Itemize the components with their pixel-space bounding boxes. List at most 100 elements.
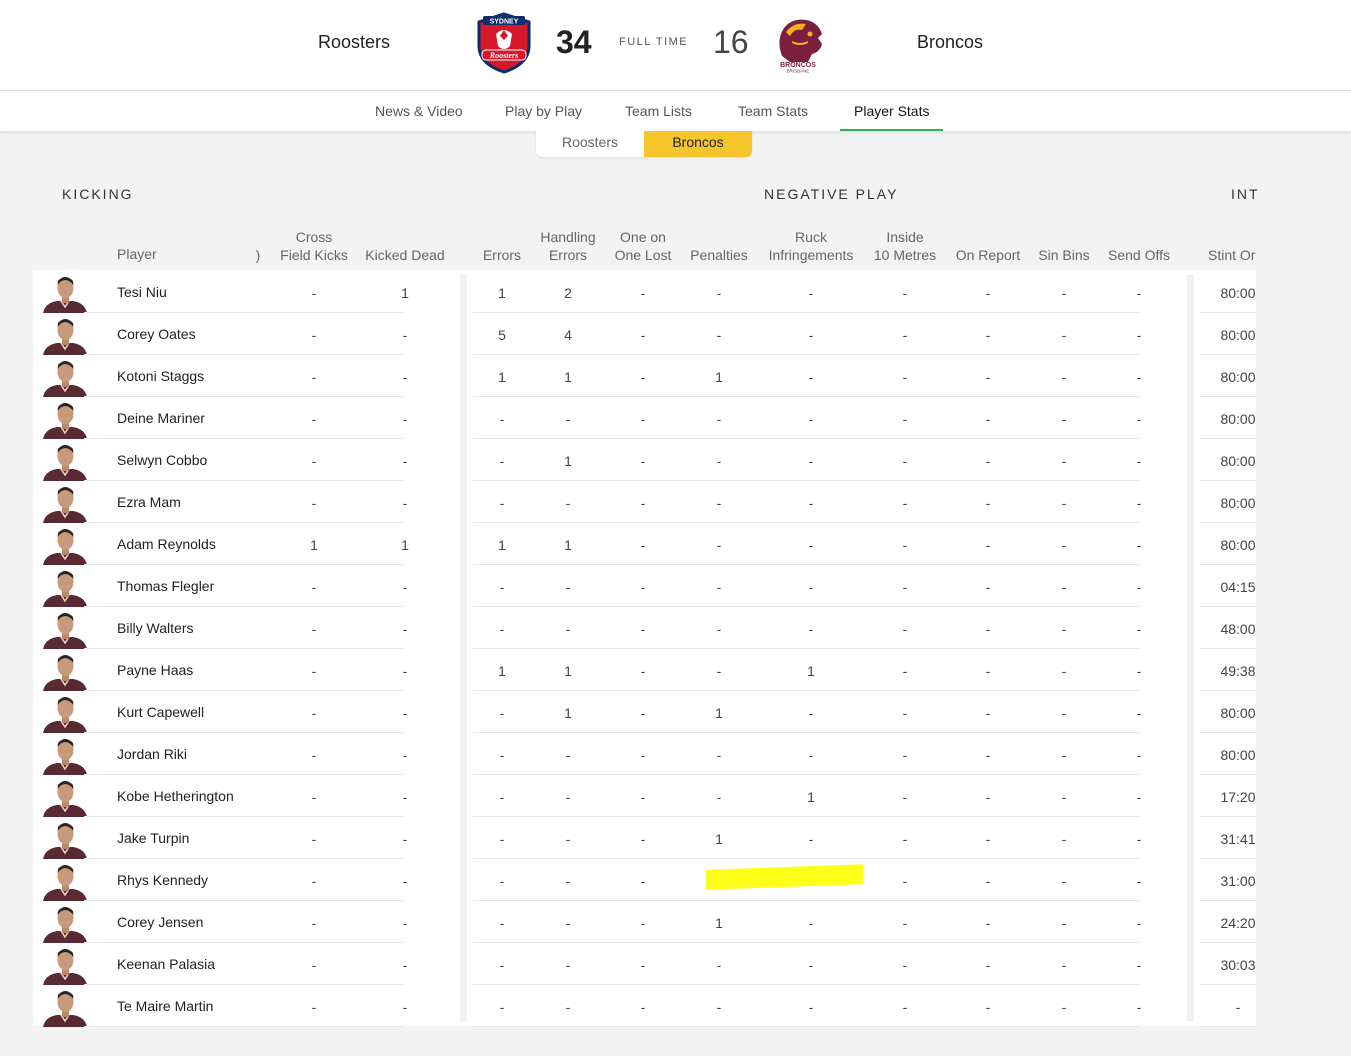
stat-cell: - [1136, 747, 1142, 763]
tab-news-video[interactable]: News & Video [375, 103, 463, 119]
away-team-name[interactable]: Broncos [917, 32, 983, 53]
stat-cell: 1 [807, 789, 815, 805]
stat-cell: - [640, 621, 646, 637]
stat-cell: - [808, 999, 814, 1015]
table-row[interactable]: Thomas Flegler - - - - - - - - - - - 04:15 [33, 565, 1256, 607]
stat-cell: - [808, 957, 814, 973]
table-row[interactable]: Rhys Kennedy-----22----31:00 [33, 859, 1256, 901]
table-row[interactable]: Jake Turpin - - - - - 1 - - - - - 31:41 [33, 817, 1256, 859]
stat-cell: - [565, 789, 571, 805]
stat-cell: - [985, 831, 991, 847]
player-name[interactable]: Selwyn Cobbo [117, 452, 207, 468]
player-avatar-icon [37, 693, 93, 733]
table-row[interactable]: Jordan Riki - - - - - - - - - - - 80:00 [33, 733, 1256, 775]
stat-cell: - [1136, 453, 1142, 469]
player-name[interactable]: Ezra Mam [117, 494, 181, 510]
column-header-stint[interactable]: Stint Or [1208, 246, 1258, 264]
column-header-player[interactable]: Player [117, 246, 157, 262]
player-name[interactable]: Corey Jensen [117, 914, 203, 930]
roosters-logo[interactable]: SYDNEY Roosters [474, 12, 534, 74]
stat-cell: - [902, 831, 908, 847]
stat-cell: - [1136, 789, 1142, 805]
table-row[interactable]: Billy Walters - - - - - - - - - - - 48:00 [33, 607, 1256, 649]
stat-cell: 24:20 [1220, 915, 1256, 931]
stat-cell: 2 [564, 285, 572, 301]
stat-cell: - [499, 705, 505, 721]
stat-cell: - [1061, 999, 1067, 1015]
stat-cell: 1 [715, 705, 723, 721]
table-row[interactable]: Keenan Palasia - - - - - - - - - - - 30:03 [33, 943, 1256, 985]
stat-cell: - [1136, 285, 1142, 301]
stat-cell: 1 [715, 369, 723, 385]
stat-cell: - [902, 285, 908, 301]
table-row[interactable]: Kobe Hetherington - - - - - - 1 - - - - 17:20 [33, 775, 1256, 817]
player-name[interactable]: Tesi Niu [117, 284, 167, 300]
player-name[interactable]: Jordan Riki [117, 746, 187, 762]
stat-cell: 1 [498, 537, 506, 553]
player-name[interactable]: Corey Oates [117, 326, 196, 342]
player-name[interactable]: Rhys Kennedy [117, 872, 208, 888]
stat-cell: - [1136, 999, 1142, 1015]
toggle-roosters-button[interactable]: Roosters [536, 131, 644, 157]
tab-team-lists[interactable]: Team Lists [625, 103, 692, 119]
stat-cell: - [402, 789, 408, 805]
stat-cell: - [1136, 705, 1142, 721]
player-name[interactable]: Kotoni Staggs [117, 368, 204, 384]
table-row[interactable]: Te Maire Martin - - - - - - - - - - - - [33, 985, 1256, 1027]
player-name[interactable]: Billy Walters [117, 620, 194, 636]
player-name[interactable]: Adam Reynolds [117, 536, 216, 552]
player-name[interactable]: Jake Turpin [117, 830, 189, 846]
player-name[interactable]: Payne Haas [117, 662, 193, 678]
table-row[interactable]: Corey Jensen - - - - - 1 - - - - - 24:20 [33, 901, 1256, 943]
stat-cell: - [640, 579, 646, 595]
stat-cell: 5 [498, 327, 506, 343]
team-toggle: Roosters Broncos [536, 131, 752, 157]
player-name[interactable]: Deine Mariner [117, 410, 205, 426]
away-score: 16 [713, 24, 749, 60]
stat-cell: - [1061, 747, 1067, 763]
stat-cell: - [402, 453, 408, 469]
player-name[interactable]: Kurt Capewell [117, 704, 204, 720]
section-kicking: KICKING [62, 186, 134, 202]
stat-cell: - [640, 831, 646, 847]
tab-player-stats[interactable]: Player Stats [854, 103, 929, 119]
home-team-name[interactable]: Roosters [318, 32, 390, 53]
tab-team-stats[interactable]: Team Stats [738, 103, 808, 119]
table-row[interactable]: Payne Haas - - 1 1 - - 1 - - - - 49:38 [33, 649, 1256, 691]
column-header-send-offs[interactable]: Send Offs [1079, 246, 1199, 264]
roosters-logo-word: Roosters [489, 51, 518, 60]
stat-cell: - [1061, 411, 1067, 427]
tab-play-by-play[interactable]: Play by Play [505, 103, 582, 119]
table-row[interactable]: Tesi Niu - 1 1 2 - - - - - - - 80:00 [33, 271, 1256, 313]
stat-cell: - [565, 999, 571, 1015]
player-name[interactable]: Keenan Palasia [117, 956, 215, 972]
player-name[interactable]: Thomas Flegler [117, 578, 214, 594]
stat-cell: - [311, 999, 317, 1015]
table-row[interactable]: Deine Mariner - - - - - - - - - - - 80:00 [33, 397, 1256, 439]
player-name[interactable]: Te Maire Martin [117, 998, 213, 1014]
table-row[interactable]: Kotoni Staggs - - 1 1 - 1 - - - - - 80:00 [33, 355, 1256, 397]
stat-cell: 1 [564, 663, 572, 679]
stat-cell: - [808, 327, 814, 343]
table-row[interactable]: Ezra Mam - - - - - - - - - - - 80:00 [33, 481, 1256, 523]
table-row[interactable]: Corey Oates - - 5 4 - - - - - - - 80:00 [33, 313, 1256, 355]
stat-cell: - [640, 663, 646, 679]
stat-cell: - [902, 537, 908, 553]
stat-cell: 80:00 [1220, 453, 1256, 469]
table-row[interactable]: Adam Reynolds 1 1 1 1 - - - - - - - 80:00 [33, 523, 1256, 565]
table-row[interactable]: Kurt Capewell - - - 1 - 1 - - - - - 80:00 [33, 691, 1256, 733]
stat-cell: - [808, 495, 814, 511]
stat-cell: - [499, 789, 505, 805]
player-avatar-icon [37, 567, 93, 607]
stat-cell: 80:00 [1220, 285, 1256, 301]
stat-cell: - [565, 831, 571, 847]
stat-cell: - [808, 537, 814, 553]
player-name[interactable]: Kobe Hetherington [117, 788, 234, 804]
table-row[interactable]: Selwyn Cobbo - - - 1 - - - - - - - 80:00 [33, 439, 1256, 481]
stat-cell: 80:00 [1220, 369, 1256, 385]
toggle-broncos-button[interactable]: Broncos [644, 131, 752, 157]
stat-cell: 17:20 [1220, 789, 1256, 805]
stat-cell: - [716, 663, 722, 679]
broncos-logo[interactable]: BRONCOS BRISBANE [768, 12, 828, 74]
player-avatar-icon [37, 945, 93, 985]
